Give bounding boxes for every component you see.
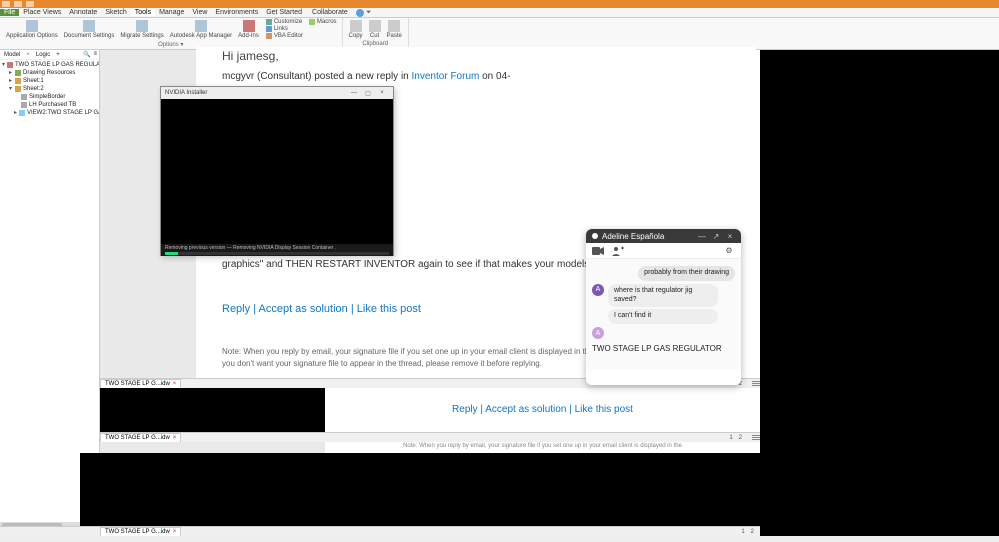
chat-settings-icon[interactable]: ⚙ — [723, 246, 735, 256]
browser-search-icon[interactable]: 🔍 — [83, 51, 90, 58]
ribbon-overflow-icon[interactable]: ⏷ — [366, 9, 372, 17]
tab-sketch[interactable]: Sketch — [101, 9, 130, 16]
inventor-forum-link[interactable]: Inventor Forum — [412, 71, 480, 82]
nvidia-body — [161, 99, 393, 244]
tree-simpleborder[interactable]: SimpleBorder — [0, 93, 99, 101]
browser-tree: ▾TWO STAGE LP GAS REGULATOR Fairview GR-… — [0, 60, 99, 118]
chat-file-attachment[interactable]: TWO STAGE LP GAS REGULATOR — [592, 342, 735, 355]
copy-button[interactable]: Copy — [346, 19, 366, 40]
nvidia-title-text: NVIDIA Installer — [165, 90, 347, 96]
nvidia-status-text: Removing previous version — Removing NVI… — [165, 245, 389, 251]
chat-close-icon[interactable]: × — [725, 232, 735, 241]
tab-environments[interactable]: Environments — [211, 9, 262, 16]
ribbon-body: Application Options Document Settings Mi… — [0, 18, 999, 50]
hangouts-chat-window[interactable]: Adeline Española — ↗ × ⚙ probably from t… — [586, 229, 741, 385]
mail-footnote: Note: When you reply by email, your sign… — [222, 346, 632, 368]
lower-note-text: Note: When you reply by email, your sign… — [325, 442, 760, 453]
document-tab-bottom-close-icon[interactable]: × — [173, 529, 177, 535]
tab-collaborate[interactable]: Collaborate — [308, 9, 352, 16]
sheet-page-1b[interactable]: 1 — [729, 435, 732, 441]
links-button[interactable]: Links — [264, 26, 305, 32]
accept-solution-link[interactable]: Accept as solution — [259, 303, 348, 315]
strip-menu-icon-2[interactable] — [752, 435, 760, 440]
app-title-bar — [0, 0, 999, 8]
sheet-page-2c[interactable]: 2 — [751, 529, 754, 535]
tab-annotate[interactable]: Annotate — [65, 9, 101, 16]
video-call-icon[interactable] — [592, 246, 604, 256]
ribbon-tab-row: File Place Views Annotate Sketch Tools M… — [0, 8, 999, 18]
document-tab-1-close-icon[interactable]: × — [173, 381, 177, 387]
add-person-icon[interactable] — [612, 246, 624, 256]
document-settings-button[interactable]: Document Settings — [61, 19, 118, 40]
customize-button[interactable]: Customize — [264, 19, 305, 25]
chat-avatar: A — [592, 284, 604, 296]
reply-link[interactable]: Reply — [222, 303, 250, 315]
tab-view[interactable]: View — [188, 9, 211, 16]
chat-popout-icon[interactable]: ↗ — [711, 232, 721, 241]
nvidia-minimize-icon[interactable]: — — [347, 90, 361, 96]
tree-sheet-2[interactable]: ▾Sheet:2 — [0, 85, 99, 93]
document-tab-2-close-icon[interactable]: × — [173, 435, 177, 441]
nvidia-close-icon[interactable]: × — [375, 90, 389, 96]
sheet-page-1c[interactable]: 1 — [741, 529, 744, 535]
accept-solution-link-2[interactable]: Accept as solution — [485, 404, 566, 415]
document-tab-1[interactable]: TWO STAGE LP G...idw × — [100, 379, 181, 388]
qat-undo-icon[interactable] — [14, 1, 22, 7]
options-group-label: Options ▾ — [158, 40, 183, 49]
tab-file[interactable]: File — [0, 9, 19, 16]
tab-manage[interactable]: Manage — [155, 9, 188, 16]
strip-menu-icon[interactable] — [752, 381, 760, 386]
qat-redo-icon[interactable] — [26, 1, 34, 7]
chat-avatar-2: A — [592, 327, 604, 339]
secondary-viewport-1[interactable]: Reply | Accept as solution | Like this p… — [100, 388, 760, 432]
tree-view2[interactable]: ▸VIEW2:TWO STAGE LP GAS REGULATOR F — [0, 109, 99, 117]
secondary-viewport-2[interactable]: Note: When you reply by email, your sign… — [100, 442, 760, 453]
reply-link-2[interactable]: Reply — [452, 404, 478, 415]
like-post-link[interactable]: Like this post — [357, 303, 421, 315]
document-tab-bottom[interactable]: TWO STAGE LP G...idw × — [100, 527, 181, 536]
document-tab-strip-2: TWO STAGE LP G...idw × 1 2 — [100, 432, 760, 442]
chat-presence-icon — [592, 233, 598, 239]
tab-tools[interactable]: Tools — [131, 9, 155, 16]
app-manager-button[interactable]: Autodesk App Manager — [167, 19, 235, 40]
chat-msg-3: I can't find it — [608, 309, 718, 324]
chat-msg-2: where is that regulator jig saved? — [608, 284, 718, 308]
tab-place-views[interactable]: Place Views — [19, 9, 65, 16]
nvidia-installer-window[interactable]: NVIDIA Installer — ▢ × Removing previous… — [160, 86, 394, 256]
nvidia-maximize-icon[interactable]: ▢ — [361, 90, 375, 97]
add-ins-button[interactable]: Add-Ins — [235, 19, 262, 40]
application-options-button[interactable]: Application Options — [3, 19, 61, 40]
browser-menu-icon[interactable]: ≡ — [93, 51, 97, 58]
like-post-link-2[interactable]: Like this post — [575, 404, 633, 415]
browser-tab-model[interactable]: Model — [2, 52, 22, 58]
document-tab-strip-bottom: TWO STAGE LP G...idw × 1 2 — [0, 526, 760, 536]
mail-greeting: Hi jamesg, — [222, 48, 632, 64]
collab-icon[interactable] — [356, 9, 364, 17]
empty-viewport — [80, 453, 760, 528]
browser-tab-logic[interactable]: Logic — [34, 52, 52, 58]
status-bar — [0, 536, 999, 542]
chat-contact-name: Adeline Española — [602, 232, 693, 241]
macros-button[interactable]: Macros — [307, 19, 339, 25]
chat-msg-1: probably from their drawing — [638, 266, 735, 281]
cut-button[interactable]: Cut — [366, 19, 384, 40]
tab-get-started[interactable]: Get Started — [262, 9, 306, 16]
migrate-settings-button[interactable]: Migrate Settings — [117, 19, 166, 40]
nvidia-progress-bar — [165, 252, 389, 255]
sheet-page-2b[interactable]: 2 — [739, 435, 742, 441]
browser-tab-add[interactable]: + — [54, 52, 62, 58]
tree-sheet-1[interactable]: ▸Sheet:1 — [0, 77, 99, 85]
vba-editor-button[interactable]: VBA Editor — [264, 33, 305, 39]
chat-minimize-icon[interactable]: — — [697, 232, 707, 241]
tree-drawing-resources[interactable]: ▸Drawing Resources — [0, 69, 99, 77]
chat-messages: probably from their drawing A where is t… — [586, 259, 741, 369]
paste-button[interactable]: Paste — [384, 19, 405, 40]
right-void — [760, 50, 999, 542]
tree-titleblock[interactable]: LH Purchased TB — [0, 101, 99, 109]
qat-save-icon[interactable] — [2, 1, 10, 7]
tree-root[interactable]: ▾TWO STAGE LP GAS REGULATOR Fairview GR-… — [0, 61, 99, 69]
document-tab-2[interactable]: TWO STAGE LP G...idw × — [100, 433, 181, 442]
